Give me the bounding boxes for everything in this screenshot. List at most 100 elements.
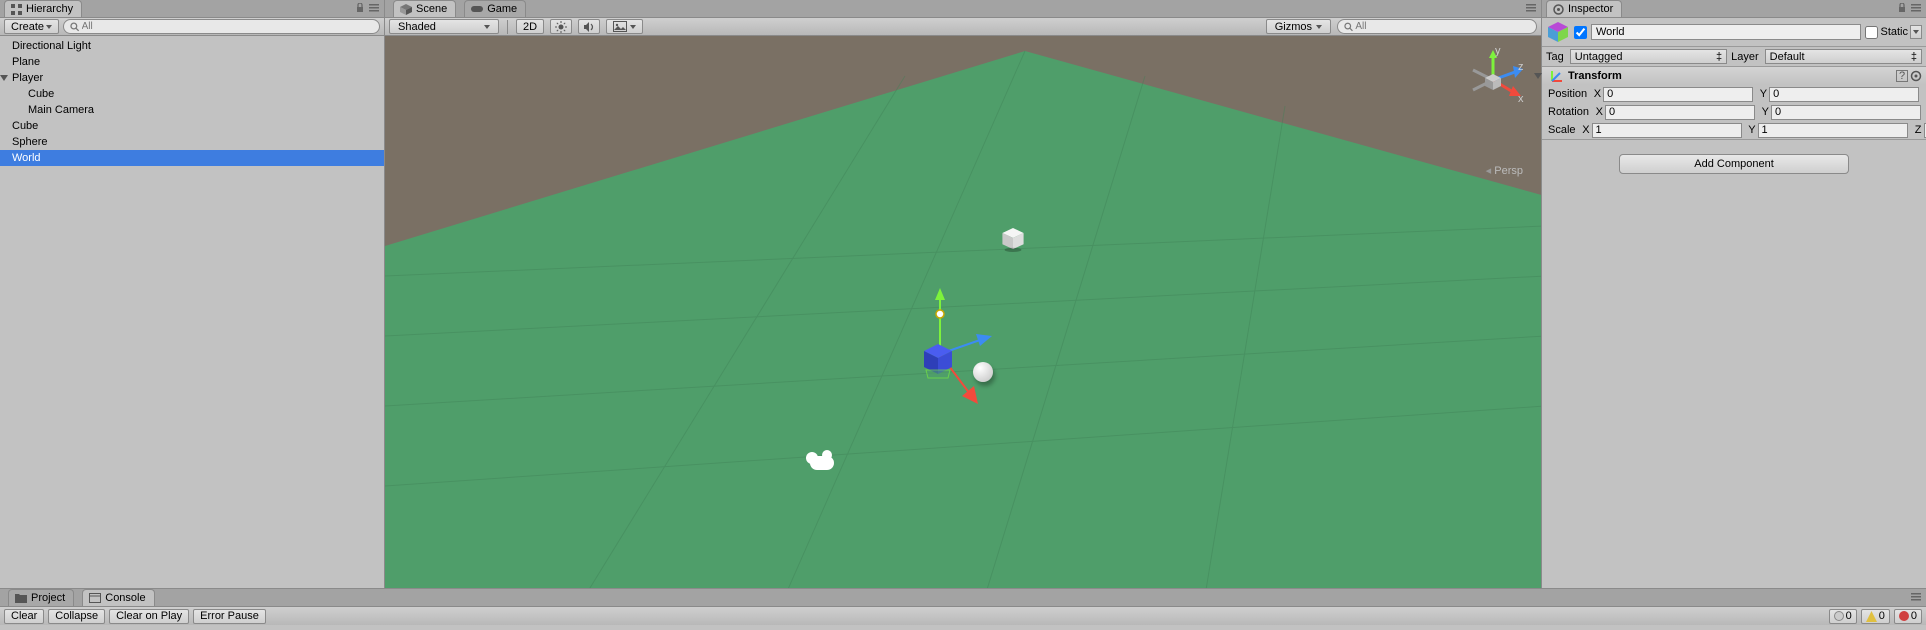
warn-count[interactable]: 0 [1861, 609, 1890, 624]
error-count-value: 0 [1911, 610, 1917, 622]
audio-icon [583, 21, 595, 33]
scene-viewport[interactable]: y x z ◂ Persp [385, 36, 1541, 588]
hierarchy-item-label: Directional Light [12, 40, 91, 52]
gizmos-dropdown[interactable]: Gizmos [1266, 19, 1331, 34]
help-icon[interactable]: ? [1896, 70, 1908, 82]
chevron-down-icon [484, 25, 490, 29]
effects-toggle[interactable] [606, 19, 643, 34]
warning-icon [1866, 611, 1877, 622]
info-count[interactable]: 0 [1829, 609, 1857, 624]
hierarchy-search[interactable] [63, 19, 380, 34]
scene-light-gizmo-icon [810, 456, 834, 470]
clear-on-play-button[interactable]: Clear on Play [109, 609, 189, 624]
chevron-down-icon [46, 25, 52, 29]
rotation-x-field[interactable] [1605, 105, 1755, 120]
info-count-value: 0 [1846, 610, 1852, 622]
x-label: X [1580, 124, 1590, 136]
foldout-icon[interactable] [2, 73, 12, 83]
x-label: X [1591, 88, 1601, 100]
chevron-down-icon [1913, 30, 1919, 34]
hierarchy-panel: Hierarchy Create Directional Light PlaneP… [0, 0, 385, 588]
panel-menu-icon[interactable] [368, 2, 380, 14]
hierarchy-item-label: Cube [28, 88, 54, 100]
warn-count-value: 0 [1879, 610, 1885, 622]
gameobject-active-checkbox[interactable] [1574, 26, 1587, 39]
position-x-field[interactable] [1603, 87, 1753, 102]
scene-tab-label: Scene [416, 3, 447, 15]
hierarchy-item[interactable]: Sphere [0, 134, 384, 150]
panel-lock-icon[interactable] [354, 2, 366, 14]
console-icon [89, 593, 101, 603]
gameobject-icon [1546, 20, 1570, 44]
scale-y-field[interactable] [1758, 123, 1908, 138]
hierarchy-item[interactable]: Main Camera [0, 102, 384, 118]
tag-value: Untagged [1575, 51, 1623, 63]
scene-cube-white [1001, 228, 1025, 252]
scene-panel: Scene Game Shaded 2D [385, 0, 1541, 588]
scale-x-field[interactable] [1592, 123, 1742, 138]
gameobject-name-field[interactable] [1591, 24, 1861, 40]
tab-console[interactable]: Console [82, 589, 154, 606]
perspective-label[interactable]: ◂ Persp [1486, 164, 1523, 177]
rotation-y-field[interactable] [1771, 105, 1921, 120]
hierarchy-item[interactable]: Player [0, 70, 384, 86]
add-component-button[interactable]: Add Component [1619, 154, 1849, 174]
hierarchy-item[interactable]: Directional Light [0, 38, 384, 54]
panel-lock-icon[interactable] [1896, 2, 1908, 14]
game-tab-label: Game [487, 3, 517, 15]
collapse-button[interactable]: Collapse [48, 609, 105, 624]
lighting-toggle[interactable] [550, 19, 572, 34]
tag-dropdown[interactable]: Untagged‡ [1570, 49, 1727, 64]
panel-menu-icon[interactable] [1910, 591, 1922, 603]
2d-toggle[interactable]: 2D [516, 19, 544, 34]
tab-project[interactable]: Project [8, 589, 74, 606]
x-label: X [1593, 106, 1603, 118]
position-label: Position [1548, 88, 1587, 100]
scene-toolbar: Shaded 2D Gizmos [385, 18, 1541, 36]
layer-dropdown[interactable]: Default‡ [1765, 49, 1922, 64]
hierarchy-item[interactable]: World [0, 150, 384, 166]
scale-row: Scale X Y Z [1542, 121, 1926, 139]
orientation-gizmo[interactable]: y x z [1461, 48, 1525, 128]
scene-search[interactable] [1337, 19, 1537, 34]
panel-menu-icon[interactable] [1910, 2, 1922, 14]
scene-search-input[interactable] [1355, 21, 1530, 32]
static-label: Static [1880, 26, 1908, 38]
hierarchy-item[interactable]: Cube [0, 86, 384, 102]
axis-z-label: z [1518, 61, 1524, 73]
transform-header[interactable]: Transform ? [1542, 67, 1926, 85]
svg-text:?: ? [1899, 70, 1905, 82]
static-dropdown[interactable] [1910, 25, 1922, 39]
tab-game[interactable]: Game [464, 0, 526, 17]
error-count[interactable]: 0 [1894, 609, 1922, 624]
gear-icon[interactable] [1910, 70, 1922, 82]
tab-inspector[interactable]: Inspector [1546, 0, 1622, 17]
position-y-field[interactable] [1769, 87, 1919, 102]
tab-scene[interactable]: Scene [393, 0, 456, 17]
rotation-row: Rotation X Y Z [1542, 103, 1926, 121]
shading-mode-dropdown[interactable]: Shaded [389, 19, 499, 34]
layer-value: Default [1770, 51, 1805, 63]
panel-menu-icon[interactable] [1525, 2, 1537, 14]
project-tab-label: Project [31, 592, 65, 604]
transform-icon [1550, 69, 1564, 83]
hierarchy-icon [11, 4, 22, 15]
search-icon [70, 22, 80, 32]
hierarchy-tab-row: Hierarchy [0, 0, 384, 18]
error-pause-button[interactable]: Error Pause [193, 609, 266, 624]
y-label: Y [1757, 88, 1767, 100]
hierarchy-tree[interactable]: Directional LightPlanePlayerCubeMain Cam… [0, 36, 384, 588]
static-checkbox[interactable] [1865, 26, 1878, 39]
clear-button[interactable]: Clear [4, 609, 44, 624]
error-icon [1899, 611, 1909, 621]
audio-toggle[interactable] [578, 19, 600, 34]
transform-title: Transform [1568, 70, 1622, 82]
create-button[interactable]: Create [4, 19, 59, 34]
hierarchy-item-label: World [12, 152, 41, 164]
tab-hierarchy[interactable]: Hierarchy [4, 0, 82, 17]
hierarchy-item[interactable]: Cube [0, 118, 384, 134]
hierarchy-toolbar: Create [0, 18, 384, 36]
hierarchy-item[interactable]: Plane [0, 54, 384, 70]
hierarchy-search-input[interactable] [82, 21, 373, 32]
inspector-icon [1553, 4, 1564, 15]
